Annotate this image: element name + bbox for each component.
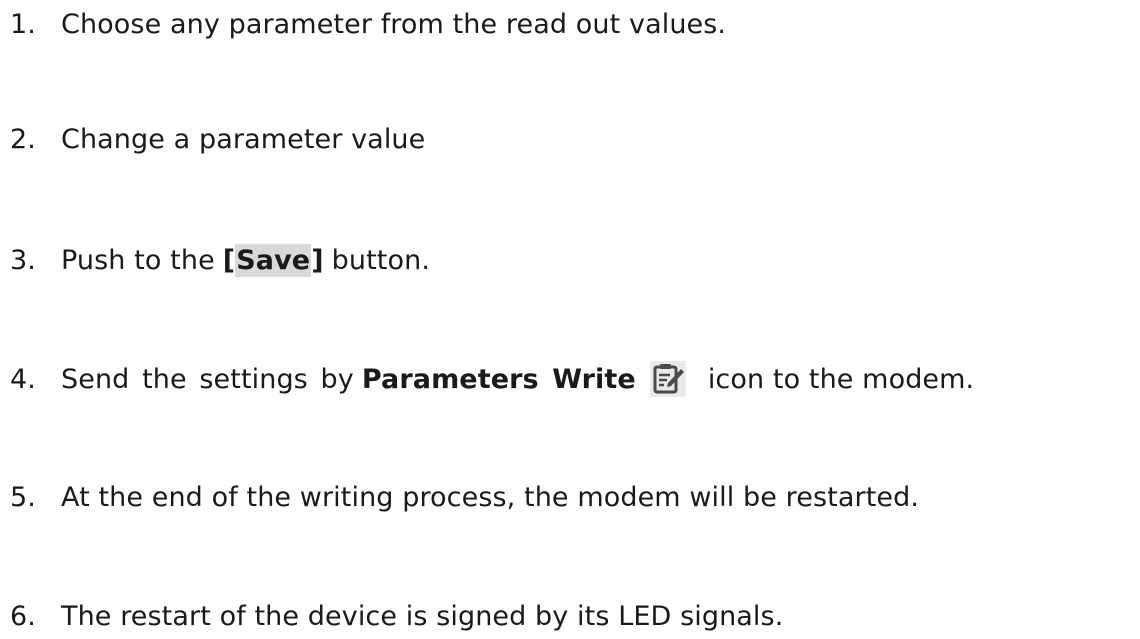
step-number: 5. [10, 481, 36, 513]
step-number: 2. [10, 123, 36, 155]
step-number: 6. [10, 600, 36, 632]
step-text: At the end of the writing process, the m… [61, 481, 920, 513]
step-text-prefix: Send the settings by [61, 363, 354, 395]
save-button-reference: [Save] [222, 243, 324, 277]
step-text-suffix: button. [331, 244, 431, 276]
step-5: 5. At the end of the writing process, th… [10, 474, 919, 520]
parameters-write-label: Parameters Write [361, 363, 636, 395]
step-6: 6. The restart of the device is signed b… [10, 593, 783, 639]
step-1: 1. Choose any parameter from the read ou… [10, 1, 726, 47]
parameters-write-icon [649, 361, 686, 397]
step-number: 3. [10, 244, 36, 276]
step-text: Send the settings by Parameters Write ic… [61, 361, 974, 397]
step-number: 1. [10, 8, 36, 40]
step-text-suffix: icon to the modem. [707, 363, 975, 395]
step-4: 4. Send the settings by Parameters Write… [10, 356, 974, 402]
step-number: 4. [10, 363, 36, 395]
step-text: Choose any parameter from the read out v… [61, 8, 727, 40]
save-bracket-close: ] [311, 244, 324, 276]
step-text-prefix: Push to the [61, 244, 215, 276]
step-3: 3. Push to the [Save] button. [10, 237, 430, 283]
step-text: Push to the [Save] button. [61, 243, 431, 277]
step-text: The restart of the device is signed by i… [61, 600, 784, 632]
step-text: Change a parameter value [61, 123, 426, 155]
save-bracket-open: [ [222, 244, 236, 276]
save-label: Save [235, 243, 312, 277]
step-2: 2. Change a parameter value [10, 116, 425, 162]
